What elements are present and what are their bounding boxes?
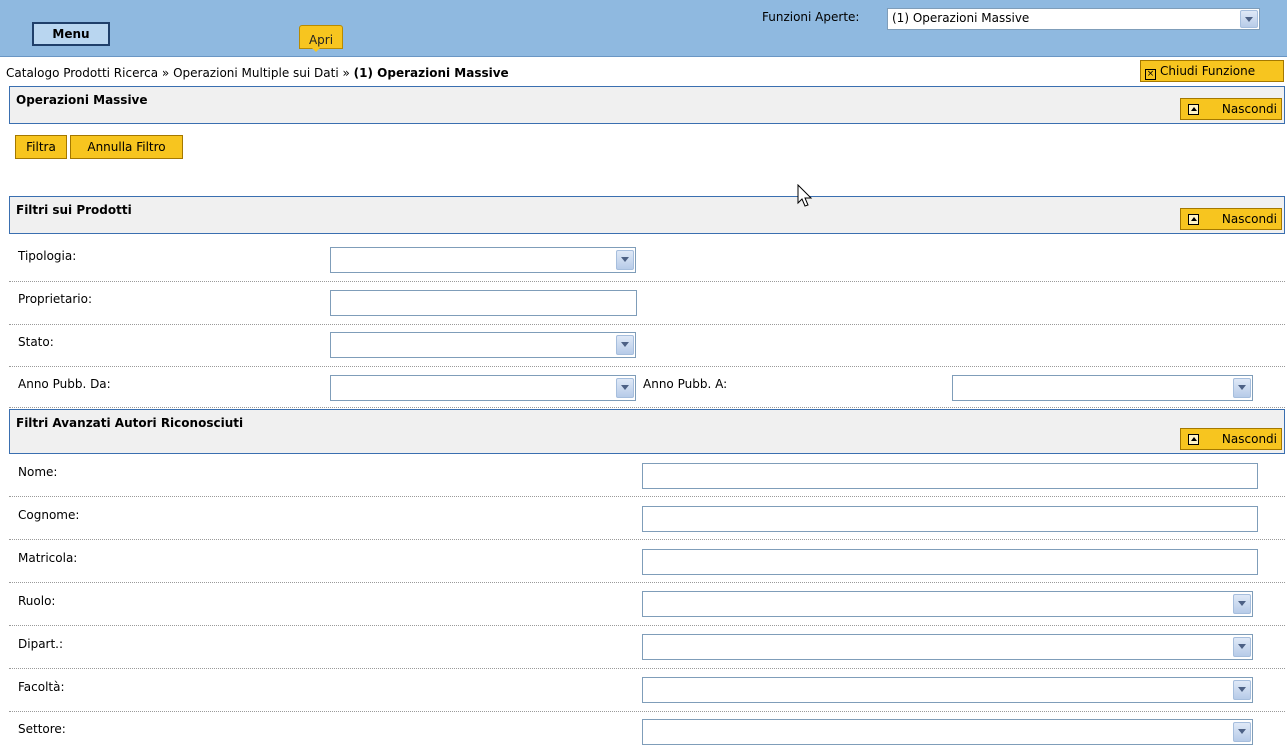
section-filtri-autori: Filtri Avanzati Autori Riconosciuti Nasc… bbox=[9, 409, 1285, 454]
mouse-cursor-icon bbox=[797, 184, 813, 207]
chevron-down-icon[interactable] bbox=[616, 335, 634, 355]
form-row-matricola: Matricola: bbox=[9, 541, 1285, 583]
section-operazioni-massive: Operazioni Massive Nascondi bbox=[9, 86, 1285, 124]
ruolo-label: Ruolo: bbox=[18, 594, 56, 608]
form-row-cognome: Cognome: bbox=[9, 498, 1285, 540]
chevron-down-icon[interactable] bbox=[1233, 722, 1251, 742]
form-row-proprietario: Proprietario: bbox=[9, 283, 1285, 325]
anno-a-label: Anno Pubb. A: bbox=[643, 377, 728, 391]
chevron-down-icon[interactable] bbox=[1233, 594, 1251, 614]
section-title: Filtri Avanzati Autori Riconosciuti bbox=[16, 416, 244, 430]
breadcrumb-current: (1) Operazioni Massive bbox=[353, 66, 509, 80]
cognome-input[interactable] bbox=[642, 506, 1258, 532]
collapse-icon bbox=[1188, 104, 1199, 115]
chiudi-funzione-button[interactable]: × Chiudi Funzione bbox=[1140, 60, 1284, 82]
nascondi-label: Nascondi bbox=[1221, 432, 1277, 446]
breadcrumb-item-catalogo[interactable]: Catalogo Prodotti Ricerca bbox=[6, 66, 158, 80]
nascondi-button[interactable]: Nascondi bbox=[1180, 428, 1282, 450]
top-bar: Menu Apri Funzioni Aperte: (1) Operazion… bbox=[0, 0, 1287, 57]
stato-label: Stato: bbox=[18, 335, 54, 349]
chevron-down-icon[interactable] bbox=[1233, 637, 1251, 657]
nascondi-button[interactable]: Nascondi bbox=[1180, 98, 1282, 120]
breadcrumb-separator: » bbox=[342, 66, 350, 80]
annulla-filtro-button[interactable]: Annulla Filtro bbox=[70, 135, 183, 159]
ruolo-select[interactable] bbox=[642, 591, 1253, 617]
tipologia-label: Tipologia: bbox=[18, 249, 77, 263]
collapse-icon bbox=[1188, 214, 1199, 225]
apri-button[interactable]: Apri bbox=[299, 25, 343, 49]
proprietario-label: Proprietario: bbox=[18, 292, 93, 306]
nome-input[interactable] bbox=[642, 463, 1258, 489]
chevron-down-icon[interactable] bbox=[1240, 10, 1258, 28]
form-row-dipart: Dipart.: bbox=[9, 627, 1285, 669]
chiudi-funzione-label: Chiudi Funzione bbox=[1160, 64, 1256, 78]
facolta-select[interactable] bbox=[642, 677, 1253, 703]
stato-select[interactable] bbox=[330, 332, 636, 358]
cognome-label: Cognome: bbox=[18, 508, 80, 522]
funzioni-aperte-select[interactable]: (1) Operazioni Massive bbox=[887, 8, 1260, 30]
form-row-tipologia: Tipologia: bbox=[9, 240, 1285, 282]
chevron-down-icon[interactable] bbox=[1233, 680, 1251, 700]
form-row-anno: Anno Pubb. Da: Anno Pubb. A: bbox=[9, 368, 1285, 408]
breadcrumb-separator: » bbox=[161, 66, 170, 80]
form-row-nome: Nome: bbox=[9, 455, 1285, 497]
apri-notch-icon bbox=[311, 47, 321, 52]
anno-da-select[interactable] bbox=[330, 375, 636, 401]
anno-a-select[interactable] bbox=[952, 375, 1253, 401]
section-filtri-prodotti: Filtri sui Prodotti Nascondi bbox=[9, 196, 1285, 234]
form-row-settore: Settore: bbox=[9, 713, 1285, 746]
nome-label: Nome: bbox=[18, 465, 58, 479]
nascondi-button[interactable]: Nascondi bbox=[1180, 208, 1282, 230]
dipart-label: Dipart.: bbox=[18, 637, 64, 651]
chevron-down-icon[interactable] bbox=[1233, 378, 1251, 398]
nascondi-label: Nascondi bbox=[1221, 102, 1277, 116]
funzioni-aperte-label: Funzioni Aperte: bbox=[762, 10, 860, 24]
form-row-ruolo: Ruolo: bbox=[9, 584, 1285, 626]
close-icon: × bbox=[1145, 69, 1156, 80]
facolta-label: Facoltà: bbox=[18, 680, 65, 694]
settore-label: Settore: bbox=[18, 722, 66, 736]
dipart-select[interactable] bbox=[642, 634, 1253, 660]
matricola-label: Matricola: bbox=[18, 551, 78, 565]
funzioni-aperte-value: (1) Operazioni Massive bbox=[892, 11, 1030, 25]
section-title: Operazioni Massive bbox=[16, 93, 148, 107]
anno-da-label: Anno Pubb. Da: bbox=[18, 377, 111, 391]
tipologia-select[interactable] bbox=[330, 247, 636, 273]
chevron-down-icon[interactable] bbox=[616, 250, 634, 270]
menu-button[interactable]: Menu bbox=[32, 22, 110, 46]
form-row-stato: Stato: bbox=[9, 326, 1285, 367]
filtra-button[interactable]: Filtra bbox=[15, 135, 67, 159]
form-row-facolta: Facoltà: bbox=[9, 670, 1285, 712]
settore-select[interactable] bbox=[642, 719, 1253, 745]
matricola-input[interactable] bbox=[642, 549, 1258, 575]
breadcrumb-item-operazioni-multiple[interactable]: Operazioni Multiple sui Dati bbox=[173, 66, 339, 80]
breadcrumb: Catalogo Prodotti Ricerca » Operazioni M… bbox=[6, 66, 509, 80]
collapse-icon bbox=[1188, 434, 1199, 445]
chevron-down-icon[interactable] bbox=[616, 378, 634, 398]
nascondi-label: Nascondi bbox=[1221, 212, 1277, 226]
proprietario-input[interactable] bbox=[330, 290, 637, 316]
section-title: Filtri sui Prodotti bbox=[16, 203, 132, 217]
